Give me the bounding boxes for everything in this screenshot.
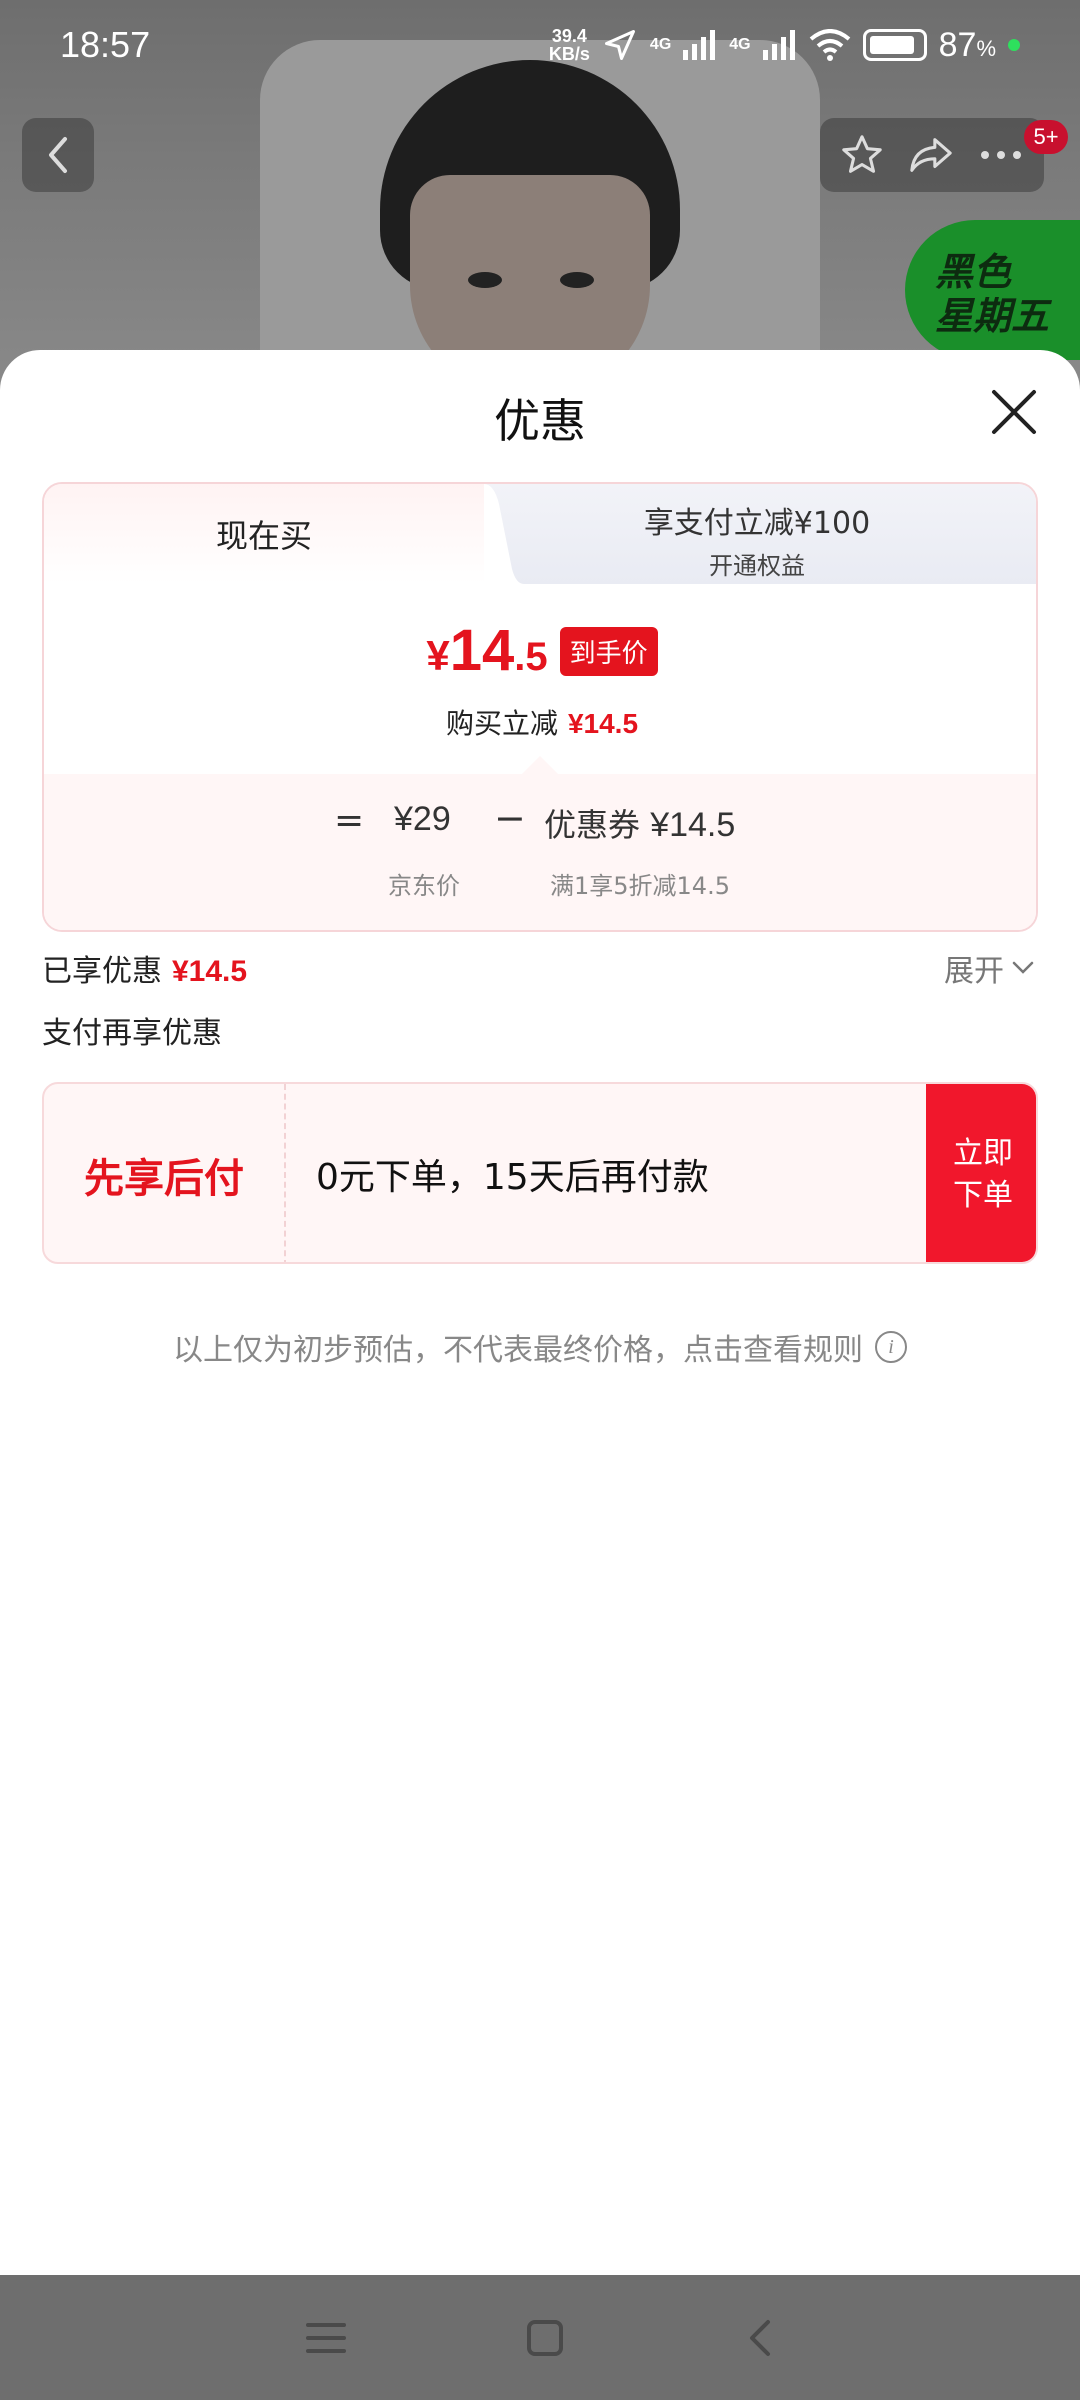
coupon-amount: 优惠券 ¥14.5: [544, 800, 735, 846]
final-price-block: ¥14.5 到手价 购买立减 ¥14.5: [44, 584, 1036, 774]
order-now-button[interactable]: 立即 下单: [926, 1084, 1036, 1262]
coupon-desc: 满1享5折减14.5: [550, 872, 730, 900]
instant-reduce-value: ¥14.5: [567, 708, 639, 739]
chevron-down-icon: [1012, 961, 1034, 974]
coupon-value: ¥14.5: [650, 806, 736, 844]
share-icon[interactable]: [907, 132, 955, 178]
order-now-line1: 立即: [953, 1136, 1013, 1171]
bnpl-title: 先享后付: [44, 1084, 286, 1262]
bnpl-card[interactable]: 先享后付 0元下单，15天后再付款 立即 下单: [42, 1082, 1038, 1264]
enjoyed-value: ¥14.5: [172, 955, 248, 988]
net-speed-value: 39.4: [551, 26, 587, 46]
battery-percent-unit: %: [976, 35, 996, 61]
promo-badge-line2: 星期五: [935, 294, 1050, 338]
bnpl-desc: 0元下单，15天后再付款: [316, 1157, 709, 1198]
final-price-dec: .5: [514, 635, 548, 679]
formula-minus: −: [494, 796, 526, 840]
star-icon[interactable]: [839, 132, 885, 178]
notification-badge: 5+: [1024, 120, 1068, 154]
final-price: ¥14.5: [426, 622, 547, 686]
top-actions: [820, 118, 1044, 192]
formula-pointer: [522, 756, 558, 774]
formula-equals: =: [334, 800, 365, 841]
system-nav-bar: [0, 2275, 1080, 2400]
instant-reduce-label: 购买立减: [445, 707, 558, 740]
signal-icon: [762, 30, 795, 60]
sim1-label: 4G: [649, 36, 672, 53]
jd-price-label: 京东价: [388, 872, 460, 900]
rules-link[interactable]: 以上仅为初步预估，不代表最终价格，点击查看规则 i: [0, 1325, 1080, 1369]
battery-percent: 87%: [939, 26, 996, 65]
product-image-eye: [560, 272, 594, 288]
enjoyed-label: 已享优惠: [42, 954, 162, 989]
status-bar: 18:57 39.4 KB/s 4G 4G 87%: [0, 0, 1080, 90]
tab-buy-now[interactable]: 现在买: [44, 484, 484, 584]
instant-reduce-row: 购买立减 ¥14.5: [44, 702, 1036, 742]
tab-pay-discount-sublabel: 开通权益: [709, 552, 805, 580]
privacy-indicator-dot: [1008, 39, 1020, 51]
final-price-tag: 到手价: [559, 627, 658, 676]
tab-pay-discount-text: 享支付立减¥100 开通权益: [474, 498, 1036, 581]
wifi-icon: [809, 29, 850, 61]
chevron-left-icon: [49, 137, 67, 173]
expand-button[interactable]: 展开: [944, 946, 1034, 990]
coupon-label: 优惠券: [544, 806, 641, 844]
signal-icon: [683, 30, 716, 60]
battery-icon: [862, 29, 927, 61]
battery-percent-value: 87: [938, 25, 977, 64]
product-image-eye: [468, 272, 502, 288]
price-tabs: 享支付立减¥100 开通权益 现在买 ¥14.5 到手价 购买立减 ¥14.5 =…: [42, 482, 1038, 932]
status-time: 18:57: [60, 24, 151, 65]
tab-pay-discount-label: 享支付立减¥100: [643, 506, 871, 541]
order-now-line2: 下单: [953, 1178, 1013, 1213]
price-formula: = ¥29 − 优惠券 ¥14.5 京东价 满1享5折减14.5: [44, 756, 1036, 930]
final-price-row: ¥14.5 到手价: [44, 622, 1036, 686]
black-friday-badge[interactable]: 黑色 星期五: [905, 220, 1080, 360]
disclaimer-text: 以上仅为初步预估，不代表最终价格，点击查看规则: [173, 1333, 863, 1368]
info-icon: i: [875, 1331, 907, 1363]
net-speed-unit: KB/s: [548, 44, 590, 64]
back-button[interactable]: [22, 118, 94, 192]
expand-label: 展开: [944, 954, 1004, 989]
final-price-int: 14: [449, 618, 515, 683]
sheet-title: 优惠: [494, 394, 586, 448]
more-icon[interactable]: [977, 145, 1025, 165]
promo-badge-line1: 黑色: [935, 250, 1012, 294]
enjoyed-discount: 已享优惠 ¥14.5: [42, 946, 247, 990]
discount-sheet: 优惠 享支付立减¥100 开通权益 现在买 ¥14.5 到手价 购买立减 ¥14.…: [0, 350, 1080, 2275]
home-icon[interactable]: [526, 2319, 564, 2357]
net-speed: 39.4 KB/s: [549, 27, 590, 63]
final-price-yen: ¥: [426, 632, 450, 679]
status-icons: 39.4 KB/s 4G 4G 87%: [549, 26, 1020, 65]
back-nav-icon[interactable]: [744, 2318, 774, 2358]
location-arrow-icon: [604, 30, 635, 60]
sim2-label: 4G: [729, 36, 751, 53]
close-icon[interactable]: [988, 386, 1040, 438]
pay-more-label: 支付再享优惠: [42, 1016, 222, 1051]
menu-icon[interactable]: [306, 2321, 346, 2355]
jd-price: ¥29: [394, 800, 451, 838]
